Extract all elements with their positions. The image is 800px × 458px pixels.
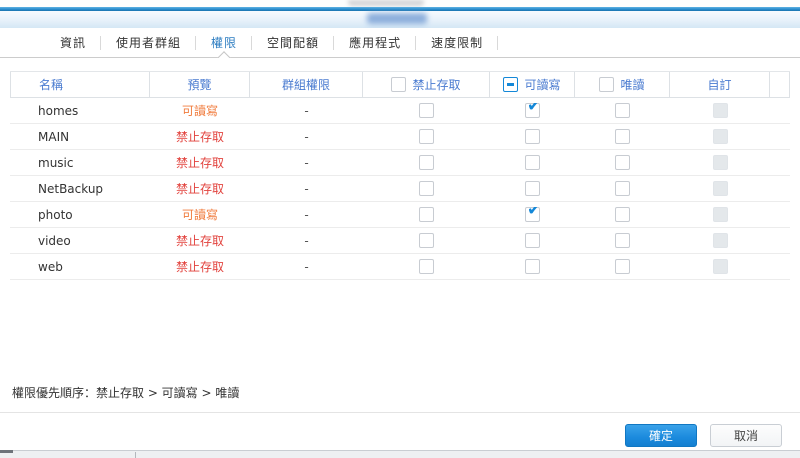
read-write-checkbox[interactable] — [525, 207, 541, 222]
ok-button[interactable]: 確定 — [625, 424, 697, 447]
redacted-background-blur — [348, 0, 424, 6]
tab-info[interactable]: 資訊 — [45, 28, 102, 57]
read-only-checkbox[interactable] — [615, 233, 630, 248]
custom-checkbox — [712, 155, 728, 170]
background-top-strip — [0, 0, 800, 7]
preview-status: 可讀寫 — [181, 208, 218, 222]
custom-checkbox — [712, 207, 728, 222]
shared-folder-name: photo — [38, 207, 73, 222]
shared-folder-name: NetBackup — [38, 181, 104, 196]
background-artifact-line — [135, 452, 136, 458]
permission-priority-note: 權限優先順序：禁止存取 > 可讀寫 > 唯讀 — [12, 386, 240, 400]
table-header-row: 名稱 預覽 群組權限 禁止存取 可讀寫 唯讀 自訂 — [10, 71, 790, 98]
no-access-checkbox[interactable] — [419, 155, 434, 170]
custom-checkbox — [712, 233, 728, 248]
group-permission-value: - — [304, 103, 309, 118]
tab-label: 空間配額 — [267, 36, 320, 50]
no-access-select-all-checkbox[interactable] — [391, 77, 407, 92]
no-access-checkbox[interactable] — [419, 129, 434, 144]
group-permission-value: - — [304, 155, 309, 170]
read-only-checkbox[interactable] — [615, 103, 630, 118]
tab-quota[interactable]: 空間配額 — [252, 28, 335, 57]
dialog-content: 名稱 預覽 群組權限 禁止存取 可讀寫 唯讀 自訂 homes 可讀寫 - ✔ … — [0, 58, 800, 413]
read-only-checkbox[interactable] — [615, 181, 630, 196]
tab-permissions[interactable]: 權限 — [196, 28, 253, 64]
tab-label: 應用程式 — [349, 36, 402, 50]
preview-status: 禁止存取 — [175, 260, 224, 274]
read-write-checkbox[interactable] — [525, 155, 540, 170]
no-access-checkbox[interactable] — [419, 207, 434, 222]
shared-folder-name: video — [38, 233, 71, 248]
table-row[interactable]: music 禁止存取 - — [10, 150, 790, 176]
group-permission-value: - — [304, 259, 309, 274]
column-header-no-access: 禁止存取 — [363, 72, 490, 97]
table-row[interactable]: web 禁止存取 - — [10, 254, 790, 280]
no-access-checkbox[interactable] — [419, 259, 434, 274]
no-access-checkbox[interactable] — [419, 181, 434, 196]
read-write-checkbox[interactable] — [525, 129, 540, 144]
shared-folder-name: MAIN — [38, 129, 70, 144]
preview-status: 禁止存取 — [175, 234, 224, 248]
group-permission-value: - — [304, 181, 309, 196]
column-header-read-only-label: 唯讀 — [620, 78, 645, 92]
column-header-custom[interactable]: 自訂 — [670, 72, 770, 97]
custom-checkbox — [712, 103, 728, 118]
preview-status: 禁止存取 — [175, 156, 224, 170]
table-row[interactable]: homes 可讀寫 - — [10, 98, 790, 124]
tab-label: 權限 — [211, 36, 238, 50]
tab-label: 速度限制 — [431, 36, 484, 50]
read-only-checkbox[interactable] — [615, 155, 630, 170]
custom-checkbox — [712, 129, 728, 144]
group-permission-value: - — [304, 207, 309, 222]
column-header-read-write-label: 可讀寫 — [524, 78, 561, 92]
preview-status: 禁止存取 — [175, 182, 224, 196]
cancel-button[interactable]: 取消 — [710, 424, 782, 447]
permissions-table: 名稱 預覽 群組權限 禁止存取 可讀寫 唯讀 自訂 homes 可讀寫 - ✔ … — [10, 71, 790, 280]
button-bar: 確定 取消 — [0, 413, 800, 450]
table-row[interactable]: NetBackup 禁止存取 - — [10, 176, 790, 202]
column-header-read-write: 可讀寫 — [490, 72, 575, 97]
dialog-titlebar[interactable] — [0, 11, 800, 28]
custom-checkbox — [712, 259, 728, 274]
group-permission-value: - — [304, 233, 309, 248]
screen: 資訊 使用者群組 權限 空間配額 應用程式 速度限制 名稱 預覽 群組權限 禁止… — [0, 0, 800, 458]
group-permission-value: - — [304, 129, 309, 144]
column-header-filler — [770, 72, 790, 97]
tab-speed-limit[interactable]: 速度限制 — [416, 28, 499, 57]
column-header-no-access-label: 禁止存取 — [412, 78, 461, 92]
tab-applications[interactable]: 應用程式 — [334, 28, 417, 57]
shared-folder-name: homes — [38, 103, 79, 118]
tab-label: 使用者群組 — [116, 36, 182, 50]
custom-checkbox — [712, 181, 728, 196]
tab-label: 資訊 — [60, 36, 87, 50]
no-access-checkbox[interactable] — [419, 103, 434, 118]
read-write-checkbox[interactable] — [525, 181, 540, 196]
read-write-checkbox[interactable] — [525, 103, 541, 118]
tab-bar: 資訊 使用者群組 權限 空間配額 應用程式 速度限制 — [0, 28, 800, 64]
tab-user-groups[interactable]: 使用者群組 — [101, 28, 197, 57]
shared-folder-name: web — [38, 259, 63, 274]
background-window-edge — [0, 450, 800, 458]
read-only-select-all-checkbox[interactable] — [599, 77, 615, 92]
table-row[interactable]: photo 可讀寫 - — [10, 202, 790, 228]
read-only-checkbox[interactable] — [615, 259, 630, 274]
table-row[interactable]: video 禁止存取 - — [10, 228, 790, 254]
redacted-dialog-title — [367, 13, 427, 24]
read-write-select-all-checkbox[interactable] — [503, 77, 519, 92]
read-write-checkbox[interactable] — [525, 233, 540, 248]
column-header-read-only: 唯讀 — [575, 72, 670, 97]
background-artifact — [0, 450, 13, 453]
table-row[interactable]: MAIN 禁止存取 - — [10, 124, 790, 150]
preview-status: 可讀寫 — [181, 104, 218, 118]
read-only-checkbox[interactable] — [615, 207, 630, 222]
read-only-checkbox[interactable] — [615, 129, 630, 144]
shared-folder-name: music — [38, 155, 74, 170]
column-header-name[interactable]: 名稱 — [10, 72, 150, 97]
preview-status: 禁止存取 — [175, 130, 224, 144]
column-header-group-permission[interactable]: 群組權限 — [250, 72, 363, 97]
no-access-checkbox[interactable] — [419, 233, 434, 248]
column-header-preview[interactable]: 預覽 — [150, 72, 250, 97]
read-write-checkbox[interactable] — [525, 259, 540, 274]
